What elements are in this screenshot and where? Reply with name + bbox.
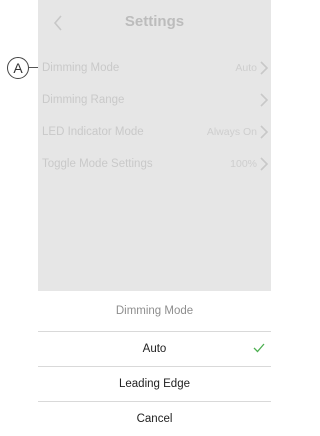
callout-marker: A bbox=[7, 57, 29, 79]
option-label: Leading Edge bbox=[119, 378, 190, 390]
action-sheet: Dimming Mode Auto Leading Edge Cancel bbox=[38, 291, 271, 436]
option-label: Auto bbox=[142, 343, 167, 355]
page-title: Settings bbox=[124, 13, 185, 30]
chevron-right-icon bbox=[260, 157, 269, 171]
chevron-right-icon bbox=[260, 61, 269, 75]
settings-row-dimming-mode[interactable]: Dimming Mode Auto bbox=[38, 52, 271, 84]
phone-screen: Settings Dimming Mode Auto Dimming Range… bbox=[38, 0, 271, 436]
chevron-right-icon bbox=[260, 93, 269, 107]
cancel-button[interactable]: Cancel bbox=[38, 402, 271, 436]
callout-label: A bbox=[13, 60, 23, 76]
settings-row-value: 100% bbox=[230, 158, 257, 170]
chevron-right-icon bbox=[260, 125, 269, 139]
option-auto[interactable]: Auto bbox=[38, 332, 271, 366]
settings-row-label: LED Indicator Mode bbox=[42, 126, 144, 138]
header: Settings bbox=[38, 0, 271, 46]
settings-row-label: Dimming Mode bbox=[42, 62, 120, 74]
action-sheet-title: Dimming Mode bbox=[115, 305, 194, 317]
settings-row-dimming-range[interactable]: Dimming Range bbox=[38, 84, 271, 116]
checkmark-icon bbox=[253, 343, 265, 353]
settings-row-label: Toggle Mode Settings bbox=[42, 158, 153, 170]
settings-row-label: Dimming Range bbox=[42, 94, 125, 106]
settings-row-toggle-mode-settings[interactable]: Toggle Mode Settings 100% bbox=[38, 148, 271, 180]
settings-row-value: Auto bbox=[235, 62, 257, 74]
option-leading-edge[interactable]: Leading Edge bbox=[38, 367, 271, 401]
settings-row-value: Always On bbox=[206, 126, 257, 138]
settings-row-led-indicator-mode[interactable]: LED Indicator Mode Always On bbox=[38, 116, 271, 148]
cancel-label: Cancel bbox=[136, 413, 173, 425]
